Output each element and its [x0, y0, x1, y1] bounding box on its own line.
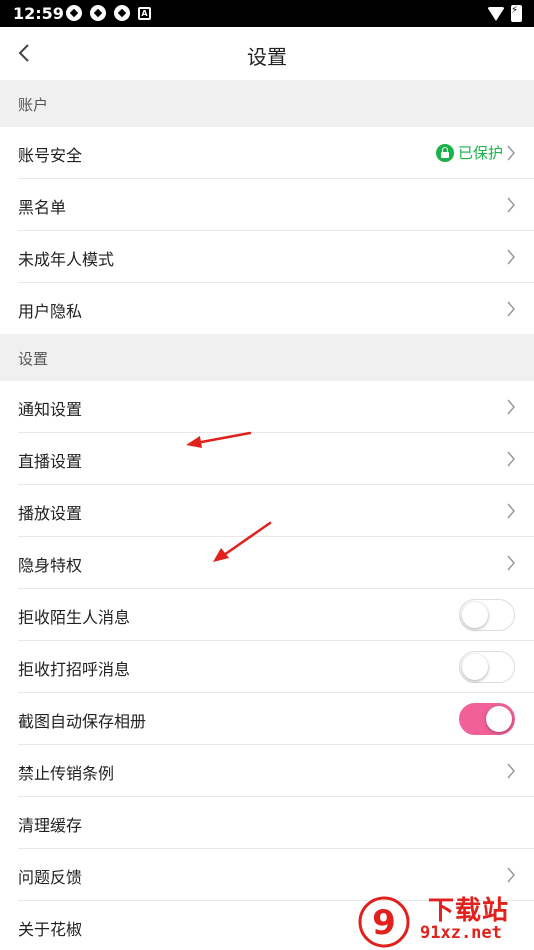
row-label: 拒收陌生人消息: [18, 608, 131, 627]
row-notification-settings[interactable]: 通知设置: [0, 381, 534, 433]
section-label: 设置: [18, 350, 49, 368]
lock-icon: [435, 143, 454, 162]
status-time: 12:59: [13, 4, 64, 23]
chevron-right-icon: [507, 451, 515, 467]
row-label: 直播设置: [18, 452, 83, 471]
row-label: 黑名单: [18, 198, 67, 217]
chevron-right-icon: [507, 867, 515, 883]
section-label: 账户: [18, 96, 49, 114]
aperture-icon: [90, 5, 106, 21]
row-label: 播放设置: [18, 504, 83, 523]
row-label: 账号安全: [18, 146, 83, 165]
row-live-settings[interactable]: 直播设置: [0, 433, 534, 485]
status-notification-icons: A: [66, 5, 151, 21]
chevron-right-icon: [507, 301, 515, 317]
row-auto-save-screenshots: 截图自动保存相册: [0, 693, 534, 745]
annotation-arrow-icon: [186, 431, 252, 448]
row-user-privacy[interactable]: 用户隐私: [0, 283, 534, 335]
chevron-right-icon: [507, 763, 515, 779]
watermark: 9 下载站 91xz.net: [354, 888, 534, 950]
chevron-right-icon: [507, 249, 515, 265]
aperture-icon: [66, 5, 82, 21]
status-system-icons: [487, 5, 522, 22]
watermark-logo-text: 9: [372, 903, 396, 943]
row-label: 通知设置: [18, 400, 83, 419]
row-label: 清理缓存: [18, 816, 83, 835]
row-label: 未成年人模式: [18, 250, 115, 269]
wifi-icon: [487, 6, 505, 21]
row-label: 截图自动保存相册: [18, 712, 147, 731]
status-bar: 12:59 A: [0, 0, 534, 27]
protection-status-text: 已保护: [457, 144, 503, 162]
row-blacklist[interactable]: 黑名单: [0, 179, 534, 231]
row-label: 问题反馈: [18, 868, 83, 887]
a-badge-icon: A: [138, 7, 151, 20]
page-title: 设置: [247, 45, 287, 69]
row-anti-pyramid-rules[interactable]: 禁止传销条例: [0, 745, 534, 797]
chevron-right-icon: [507, 555, 515, 571]
row-reject-stranger-messages: 拒收陌生人消息: [0, 589, 534, 641]
reject-greeting-messages-toggle[interactable]: [459, 651, 515, 683]
chevron-right-icon: [507, 197, 515, 213]
row-label: 隐身特权: [18, 556, 83, 575]
app-header: 设置: [0, 27, 534, 80]
watermark-text: 下载站: [428, 896, 510, 926]
section-header-settings: 设置: [0, 334, 534, 381]
row-label: 禁止传销条例: [18, 764, 115, 783]
watermark-logo: 9: [358, 896, 410, 948]
row-label: 用户隐私: [18, 302, 83, 321]
chevron-right-icon: [507, 145, 515, 161]
row-clear-cache[interactable]: 清理缓存: [0, 797, 534, 849]
watermark-url: 91xz.net: [420, 923, 502, 943]
annotation-arrow-icon: [213, 521, 272, 562]
reject-stranger-messages-toggle[interactable]: [459, 599, 515, 631]
aperture-icon: [114, 5, 130, 21]
row-account-security[interactable]: 账号安全 已保护: [0, 127, 534, 179]
section-header-account: 账户: [0, 80, 534, 127]
chevron-right-icon: [507, 503, 515, 519]
row-reject-greeting-messages: 拒收打招呼消息: [0, 641, 534, 693]
protection-status: 已保护: [435, 142, 503, 163]
chevron-right-icon: [507, 399, 515, 415]
row-label: 拒收打招呼消息: [18, 660, 131, 679]
battery-charging-icon: [511, 5, 522, 22]
row-minor-mode[interactable]: 未成年人模式: [0, 231, 534, 283]
auto-save-screenshots-toggle[interactable]: [459, 703, 515, 735]
row-label: 关于花椒: [18, 920, 83, 939]
